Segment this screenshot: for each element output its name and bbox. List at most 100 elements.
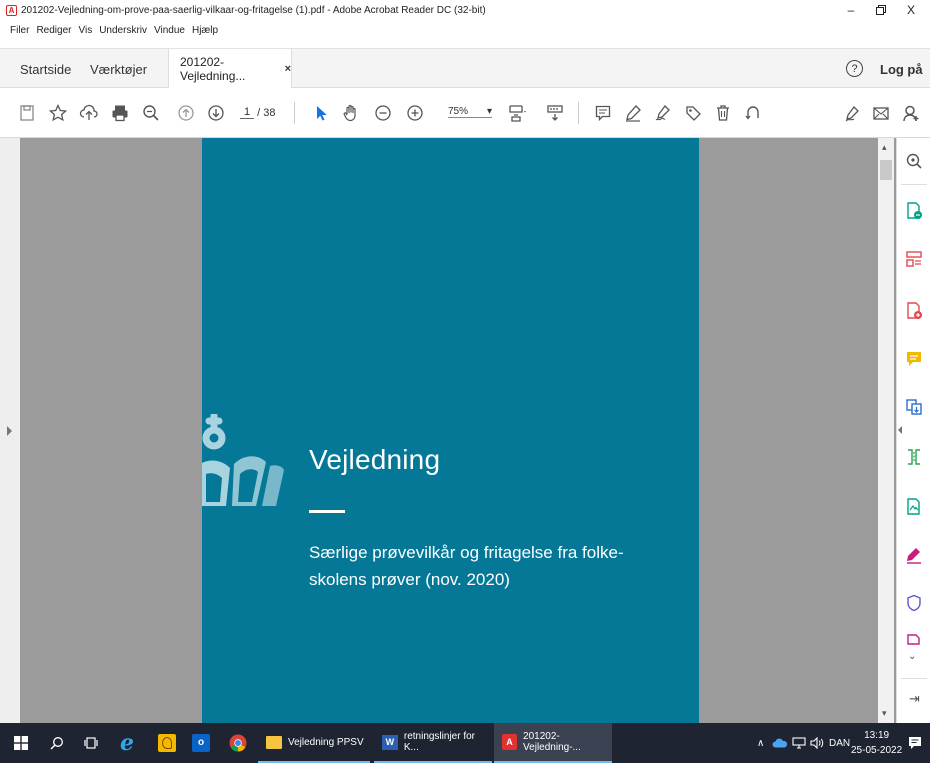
windows-taskbar: e o Vejledning PPSV W retningslinjer for… xyxy=(0,723,930,763)
menu-bar: Filer Rediger Vis Underskriv Vindue Hjæl… xyxy=(0,20,930,40)
menu-file[interactable]: Filer xyxy=(10,25,29,36)
windows-start-icon[interactable] xyxy=(14,723,28,763)
chevron-down-icon: ▾ xyxy=(486,106,492,117)
scroll-tools-down-icon[interactable]: ⌄ xyxy=(908,651,916,662)
panel-divider xyxy=(901,678,927,679)
page-number-indicator: 1 / 38 xyxy=(240,106,275,119)
export-pdf-icon[interactable] xyxy=(905,202,923,220)
collapse-tools-panel-icon[interactable] xyxy=(898,426,902,434)
page-number-input[interactable]: 1 xyxy=(240,106,255,119)
share-user-icon[interactable] xyxy=(900,102,922,124)
upload-cloud-icon[interactable] xyxy=(78,102,100,124)
zoom-out-icon[interactable] xyxy=(372,102,394,124)
toolbar-separator xyxy=(578,102,579,124)
email-icon[interactable] xyxy=(870,102,892,124)
network-icon[interactable] xyxy=(792,723,806,763)
folder-icon xyxy=(266,735,282,749)
minimize-button[interactable]: – xyxy=(836,0,866,20)
expand-right-icon[interactable] xyxy=(7,426,12,436)
menu-edit[interactable]: Rediger xyxy=(36,25,71,36)
menu-view[interactable]: Vis xyxy=(78,25,92,36)
outlook-icon[interactable]: o xyxy=(192,723,210,763)
acrobat-reader-window: A 201202-Vejledning-om-prove-paa-saerlig… xyxy=(0,0,930,763)
left-panel-toggle[interactable] xyxy=(0,138,20,723)
collapse-panel-icon[interactable]: ⇥ xyxy=(909,691,920,707)
scan-ocr-icon[interactable] xyxy=(905,498,923,516)
close-window-button[interactable]: X xyxy=(896,0,926,20)
hand-tool-icon[interactable] xyxy=(340,102,362,124)
close-tab-icon[interactable]: × xyxy=(285,63,291,75)
acrobat-sign-app-icon[interactable] xyxy=(158,723,176,763)
fill-and-sign-icon[interactable] xyxy=(905,546,923,564)
document-title: Vejledning xyxy=(309,444,441,475)
acrobat-app-icon: A xyxy=(6,4,17,16)
tab-document-label: 201202-Vejledning... xyxy=(180,55,246,83)
scroll-down-icon[interactable]: ▾ xyxy=(882,708,887,719)
highlight-pen-icon[interactable] xyxy=(622,102,644,124)
word-icon: W xyxy=(382,734,398,750)
taskbar-app-folder[interactable]: Vejledning PPSV xyxy=(258,723,370,763)
scroll-up-icon[interactable]: ▴ xyxy=(882,142,887,153)
onedrive-cloud-icon[interactable] xyxy=(772,723,788,763)
taskbar-app-word[interactable]: W retningslinjer for K... xyxy=(374,723,492,763)
chrome-icon[interactable] xyxy=(229,723,247,763)
taskbar-app-label: retningslinjer for K... xyxy=(403,731,476,753)
search-tool-icon[interactable] xyxy=(905,152,923,170)
compress-pdf-icon[interactable] xyxy=(905,448,923,466)
page-fit-icon[interactable] xyxy=(506,102,528,124)
tab-tools[interactable]: Værktøjer xyxy=(90,49,147,89)
document-subtitle: Særlige prøvevilkår og fritagelse fra fo… xyxy=(309,543,624,589)
zoom-in-icon[interactable] xyxy=(404,102,426,124)
bookmark-star-icon[interactable] xyxy=(47,102,69,124)
clock-time: 13:19 xyxy=(864,730,890,741)
print-icon[interactable] xyxy=(109,102,131,124)
system-clock[interactable]: 13:19 25-05-2022 xyxy=(851,728,902,758)
vertical-scrollbar[interactable]: ▴ ▾ xyxy=(878,138,894,723)
login-button[interactable]: Log på xyxy=(880,49,923,89)
page-total: / 38 xyxy=(257,106,276,119)
title-underline xyxy=(309,510,345,513)
next-page-icon[interactable] xyxy=(205,102,227,124)
title-bar: A 201202-Vejledning-om-prove-paa-saerlig… xyxy=(0,0,930,20)
internet-explorer-icon[interactable]: e xyxy=(120,723,134,763)
previous-page-icon[interactable] xyxy=(175,102,197,124)
acrobat-icon: A xyxy=(502,734,518,750)
restore-button[interactable] xyxy=(866,0,896,20)
volume-icon[interactable] xyxy=(810,723,824,763)
menu-help[interactable]: Hjælp xyxy=(192,25,218,36)
show-hidden-icons-icon[interactable]: ∧ xyxy=(757,723,764,763)
delete-trash-icon[interactable] xyxy=(712,102,734,124)
stamp-tag-icon[interactable] xyxy=(682,102,704,124)
menu-sign[interactable]: Underskriv xyxy=(99,25,147,36)
scrollbar-thumb[interactable] xyxy=(880,160,892,180)
draw-signature-icon[interactable] xyxy=(652,102,674,124)
task-view-icon[interactable] xyxy=(84,723,98,763)
search-icon[interactable] xyxy=(50,723,64,763)
notifications-icon[interactable] xyxy=(908,723,922,763)
more-tools-icon[interactable] xyxy=(905,634,923,652)
scroll-mode-icon[interactable] xyxy=(544,102,566,124)
comment-icon[interactable] xyxy=(592,102,614,124)
select-cursor-icon[interactable] xyxy=(310,102,332,124)
zoom-search-icon[interactable] xyxy=(140,102,162,124)
help-icon[interactable]: ? xyxy=(846,60,863,77)
input-language[interactable]: DAN xyxy=(829,723,850,763)
tab-home[interactable]: Startside xyxy=(20,49,71,89)
combine-files-icon[interactable] xyxy=(905,398,923,416)
document-viewport[interactable]: Vejledning Særlige prøvevilkår og fritag… xyxy=(0,138,896,723)
save-icon[interactable] xyxy=(16,102,38,124)
fill-sign-icon[interactable] xyxy=(842,102,864,124)
zoom-level-dropdown[interactable]: 75% ▾ xyxy=(448,106,492,118)
create-pdf-icon[interactable] xyxy=(905,302,923,320)
panel-divider xyxy=(901,184,927,185)
menu-window[interactable]: Vindue xyxy=(154,25,185,36)
taskbar-app-acrobat[interactable]: A 201202-Vejledning-... xyxy=(494,723,612,763)
window-title: 201202-Vejledning-om-prove-paa-saerlig-v… xyxy=(21,4,486,16)
taskbar-app-label: 201202-Vejledning-... xyxy=(523,731,581,753)
organize-pages-icon[interactable] xyxy=(905,250,923,268)
protect-shield-icon[interactable] xyxy=(905,594,923,612)
tab-document[interactable]: 201202-Vejledning... × xyxy=(168,49,292,89)
comment-tool-icon[interactable] xyxy=(905,350,923,368)
tab-bar: Startside Værktøjer 201202-Vejledning...… xyxy=(0,48,930,89)
rotate-undo-icon[interactable] xyxy=(742,102,764,124)
